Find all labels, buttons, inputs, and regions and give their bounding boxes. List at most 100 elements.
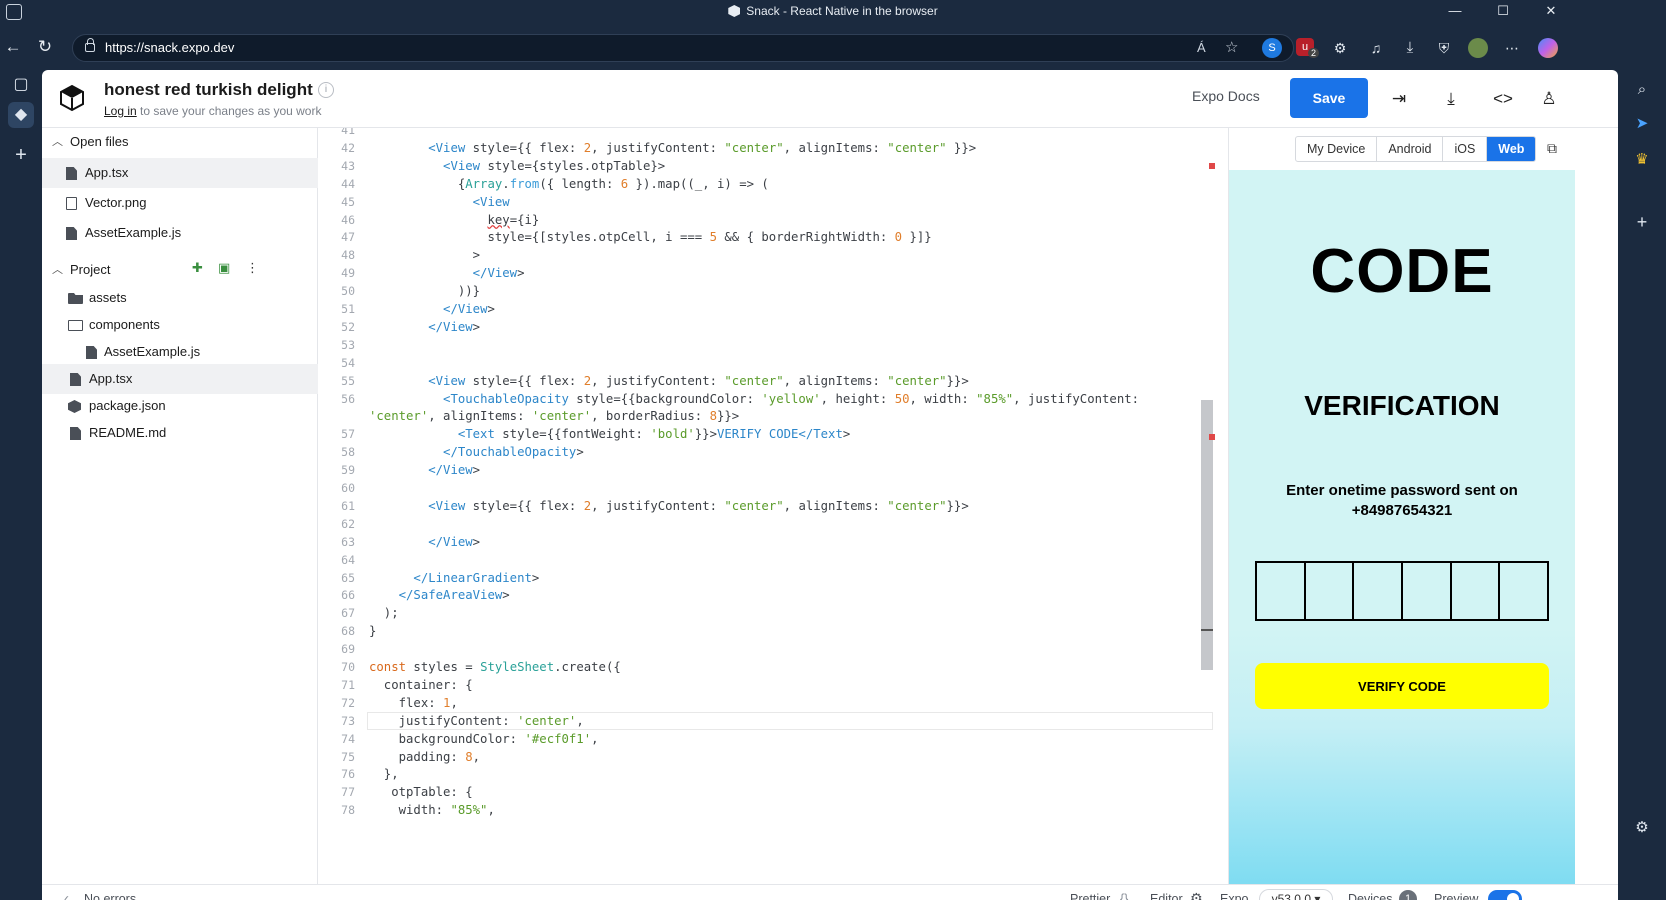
tab-ios[interactable]: iOS: [1443, 137, 1488, 161]
more-vertical-icon[interactable]: ⋮: [246, 260, 259, 276]
otp-cell[interactable]: [1257, 563, 1306, 619]
code-line[interactable]: 52 </View>: [319, 318, 1215, 336]
code-line[interactable]: 66 </SafeAreaView>: [319, 586, 1215, 604]
code-line[interactable]: 42 <View style={{ flex: 2, justifyConten…: [319, 139, 1215, 157]
otp-cell[interactable]: [1452, 563, 1501, 619]
code-line[interactable]: 49 </View>: [319, 264, 1215, 282]
minimize-icon[interactable]: —: [1440, 3, 1470, 18]
tab-android[interactable]: Android: [1377, 137, 1444, 161]
verify-code-button[interactable]: VERIFY CODE: [1255, 663, 1549, 709]
code-line[interactable]: 75 padding: 8,: [319, 748, 1215, 766]
tree-item-app-tsx[interactable]: App.tsx: [42, 364, 318, 394]
favorite-star-icon[interactable]: ☆: [1225, 35, 1238, 61]
active-tab-snack-icon[interactable]: ◆: [8, 102, 34, 128]
export-icon[interactable]: ⇥: [1386, 86, 1412, 112]
code-line[interactable]: 45 <View: [319, 193, 1215, 211]
tab-web[interactable]: Web: [1487, 137, 1536, 161]
otp-cell[interactable]: [1403, 563, 1452, 619]
otp-cell[interactable]: [1500, 563, 1547, 619]
extensions-puzzle-icon[interactable]: ⚙: [1330, 38, 1350, 58]
code-line[interactable]: 56 <TouchableOpacity style={{backgroundC…: [319, 390, 1215, 408]
code-line[interactable]: 43 <View style={styles.otpTable}>: [319, 157, 1215, 175]
code-line[interactable]: 'center', alignItems: 'center', borderRa…: [319, 407, 1215, 425]
devices-label[interactable]: Devices: [1348, 892, 1392, 900]
downloads-icon[interactable]: ⤓: [1400, 38, 1420, 58]
code-line[interactable]: 60: [319, 479, 1215, 497]
code-line[interactable]: 53: [319, 336, 1215, 354]
tab-actions-icon[interactable]: ▢: [8, 72, 34, 98]
otp-cell[interactable]: [1354, 563, 1404, 619]
copilot-icon[interactable]: [1538, 38, 1558, 58]
profile-avatar[interactable]: [1468, 38, 1488, 58]
open-file-vector-png[interactable]: Vector.png: [42, 188, 318, 218]
tree-item-components[interactable]: components: [42, 310, 318, 340]
snack-logo-icon[interactable]: [58, 84, 86, 112]
code-line[interactable]: 48 >: [319, 246, 1215, 264]
project-title[interactable]: honest red turkish delight: [104, 80, 313, 100]
download-icon[interactable]: ⤓: [1438, 86, 1464, 112]
code-line[interactable]: 55 <View style={{ flex: 2, justifyConten…: [319, 372, 1215, 390]
open-in-new-window-icon[interactable]: ⧉: [1547, 140, 1563, 156]
telegram-icon[interactable]: ➤: [1630, 112, 1654, 136]
tree-item-readme-md[interactable]: README.md: [42, 418, 318, 448]
open-files-section[interactable]: ︿ Open files: [42, 128, 318, 156]
code-line[interactable]: 73 justifyContent: 'center',: [319, 712, 1215, 730]
code-line[interactable]: 64: [319, 551, 1215, 569]
code-line[interactable]: 70 const styles = StyleSheet.create({: [319, 658, 1215, 676]
code-line[interactable]: 77 otpTable: {: [319, 783, 1215, 801]
code-line[interactable]: 69: [319, 640, 1215, 658]
code-line[interactable]: 59 </View>: [319, 461, 1215, 479]
browser-essentials-shield-icon[interactable]: ⛨: [1434, 38, 1454, 58]
back-icon[interactable]: ←: [2, 36, 24, 58]
search-icon[interactable]: ⌕: [1630, 78, 1654, 102]
expo-docs-link[interactable]: Expo Docs: [1192, 88, 1260, 104]
code-line[interactable]: 54: [319, 354, 1215, 372]
new-folder-icon[interactable]: ▣: [218, 260, 230, 276]
close-icon[interactable]: ✕: [1536, 3, 1566, 19]
sidebar-settings-icon[interactable]: ⚙: [1630, 816, 1654, 840]
prettier-icon[interactable]: {}: [1120, 892, 1128, 900]
media-control-icon[interactable]: ♫: [1366, 38, 1386, 58]
url-input[interactable]: https://snack.expo.dev Á ☆: [72, 34, 1294, 62]
more-options-icon[interactable]: ⋯: [1502, 38, 1522, 58]
new-tab-icon[interactable]: +: [8, 142, 34, 168]
code-line[interactable]: 71 container: {: [319, 676, 1215, 694]
code-line[interactable]: 41: [319, 128, 1215, 139]
tab-my-device[interactable]: My Device: [1296, 137, 1378, 161]
save-button[interactable]: Save: [1290, 78, 1368, 118]
embed-code-icon[interactable]: <>: [1490, 86, 1516, 112]
preview-toggle[interactable]: [1488, 890, 1522, 900]
prettier-toggle[interactable]: Prettier: [1070, 892, 1110, 900]
read-aloud-icon[interactable]: Á: [1197, 35, 1206, 61]
code-line[interactable]: 46 key={i}: [319, 211, 1215, 229]
code-line[interactable]: 62: [319, 515, 1215, 533]
code-line[interactable]: 51 </View>: [319, 300, 1215, 318]
project-section[interactable]: ︿ Project: [42, 256, 318, 284]
code-line[interactable]: 76 },: [319, 765, 1215, 783]
expo-version-select[interactable]: v53.0.0 ▾: [1259, 889, 1333, 900]
tree-item-assetexample-js[interactable]: AssetExample.js: [42, 337, 318, 367]
otp-cell[interactable]: [1306, 563, 1355, 619]
refresh-icon[interactable]: ↻: [34, 36, 56, 58]
extension-shazam-icon[interactable]: S: [1262, 38, 1282, 58]
code-line[interactable]: 65 </LinearGradient>: [319, 569, 1215, 587]
code-line[interactable]: 63 </View>: [319, 533, 1215, 551]
code-line[interactable]: 44 {Array.from({ length: 6 }).map((_, i)…: [319, 175, 1215, 193]
user-account-icon[interactable]: ♙: [1536, 86, 1562, 112]
tree-item-assets[interactable]: assets: [42, 283, 318, 313]
add-sidebar-app-icon[interactable]: +: [1630, 210, 1654, 234]
code-line[interactable]: 72 flex: 1,: [319, 694, 1215, 712]
code-line[interactable]: 47 style={[styles.otpCell, i === 5 && { …: [319, 228, 1215, 246]
tree-item-package-json[interactable]: package.json: [42, 391, 318, 421]
new-file-icon[interactable]: ✚: [192, 260, 203, 276]
editor-settings[interactable]: Editor: [1150, 892, 1183, 900]
open-file-assetexample-js[interactable]: AssetExample.js: [42, 218, 318, 248]
errors-status[interactable]: No errors: [84, 892, 136, 900]
code-line[interactable]: 67 );: [319, 604, 1215, 622]
code-line[interactable]: 61 <View style={{ flex: 2, justifyConten…: [319, 497, 1215, 515]
code-line[interactable]: 78 width: "85%",: [319, 801, 1215, 819]
gear-icon[interactable]: ⚙: [1190, 890, 1203, 900]
maximize-icon[interactable]: ☐: [1488, 3, 1518, 19]
code-line[interactable]: 68}: [319, 622, 1215, 640]
code-line[interactable]: 50 ))}: [319, 282, 1215, 300]
